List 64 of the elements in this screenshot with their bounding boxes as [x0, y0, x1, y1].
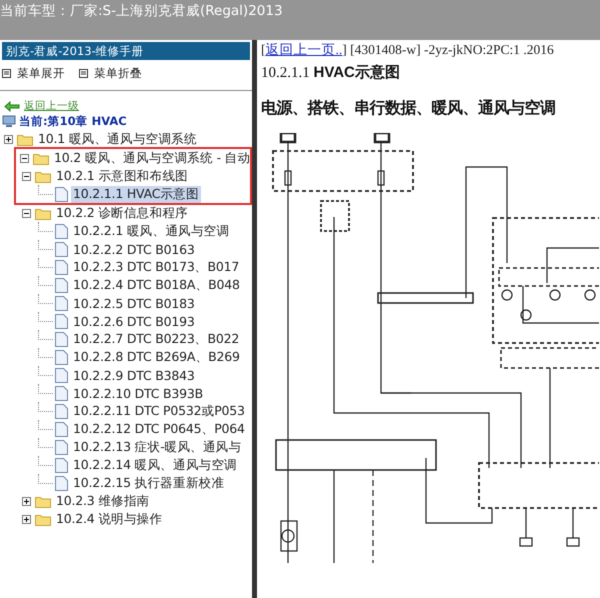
- menu-button[interactable]: 菜单展开: [2, 66, 65, 81]
- expand-icon[interactable]: [4, 134, 13, 144]
- tree-item[interactable]: 10.2.2.11 DTC P0532或P053: [71, 402, 247, 420]
- folder-icon: [17, 132, 33, 146]
- folder-icon: [35, 206, 51, 220]
- page-icon: [55, 368, 68, 382]
- page-icon: [55, 224, 68, 238]
- current-chapter: 当前:第10章 HVAC: [19, 114, 127, 129]
- folder-icon: [35, 170, 51, 182]
- page-icon: [55, 314, 68, 328]
- page-icon: [55, 386, 68, 400]
- tree-item[interactable]: 10.2.3 维修指南: [54, 492, 152, 510]
- tree-item[interactable]: 10.2.1.1 HVAC示意图: [71, 186, 201, 202]
- tree-item[interactable]: 10.2.2.4 DTC B018A、B048: [71, 276, 242, 294]
- page-icon: [55, 332, 68, 346]
- back-link[interactable]: 返回上一级: [24, 99, 79, 113]
- page-title: 10.2.1.1 HVAC示意图: [261, 63, 401, 82]
- vehicle-title: 当前车型：厂家:S-上海别克君威(Regal)2013: [0, 2, 283, 20]
- collapse-icon[interactable]: [22, 208, 31, 218]
- tree-item[interactable]: 10.2.2.8 DTC B269A、B269: [71, 348, 242, 366]
- collapse-icon[interactable]: [20, 154, 29, 162]
- menu-button[interactable]: 菜单折叠: [79, 66, 142, 81]
- tree-item[interactable]: 10.2.4 说明与操作: [54, 510, 164, 528]
- page-icon: [55, 242, 68, 256]
- page-icon: [55, 476, 68, 490]
- tree-item[interactable]: 10.2.2.9 DTC B3843: [71, 368, 197, 382]
- folder-icon: [33, 152, 49, 164]
- left-arrow-icon: [4, 100, 20, 112]
- manual-title: 别克-君威-2013-维修手册: [2, 42, 250, 60]
- page-icon: [55, 260, 68, 274]
- tree-item[interactable]: 10.2.2.14 暖风、通风与空调: [71, 456, 240, 474]
- tree-item[interactable]: 10.2.2.5 DTC B0183: [71, 296, 197, 310]
- page-icon: [55, 458, 68, 472]
- tree-item[interactable]: 10.2.2.1 暖风、通风与空调: [71, 222, 232, 240]
- page-icon: [55, 186, 68, 202]
- expand-icon[interactable]: [22, 496, 31, 506]
- tree-item[interactable]: 10.2.1 示意图和布线图: [54, 168, 190, 184]
- computer-icon: [2, 115, 16, 128]
- tree-item[interactable]: 10.1 暖风、通风与空调系统: [36, 130, 199, 148]
- list-icon: [79, 69, 88, 78]
- folder-icon: [35, 494, 51, 508]
- page-icon: [55, 422, 68, 436]
- collapse-icon[interactable]: [22, 172, 31, 180]
- tree-item[interactable]: 10.2.2.6 DTC B0193: [71, 314, 197, 328]
- tree-item[interactable]: 10.2.2.15 执行器重新校准: [71, 474, 226, 492]
- page-info: [返回上一页..] [4301408-w] -2yz-jkNO:2PC:1 .2016: [261, 41, 555, 59]
- section-heading: 电源、搭铁、串行数据、暖风、通风与空调: [261, 97, 556, 119]
- tree-item[interactable]: 10.2.2.10 DTC B393B: [71, 386, 206, 400]
- tree-item[interactable]: 10.2.2.7 DTC B0223、B022: [71, 330, 242, 348]
- tree-item[interactable]: 10.2.2.3 DTC B0173、B017: [71, 258, 242, 276]
- expand-icon[interactable]: [22, 514, 31, 524]
- folder-icon: [35, 512, 51, 526]
- tree-item[interactable]: 10.2.2.2 DTC B0163: [71, 242, 197, 256]
- page-icon: [55, 296, 68, 310]
- tree-item[interactable]: 10.2.2.12 DTC P0645、P064: [71, 420, 247, 438]
- tree-item[interactable]: 10.2 暖风、通风与空调系统 - 自动: [52, 150, 252, 166]
- tree-item[interactable]: 10.2.2.13 症状-暖风、通风与: [71, 438, 244, 456]
- page-icon: [55, 350, 68, 364]
- tree-item[interactable]: 10.2.2 诊断信息和程序: [54, 204, 190, 222]
- page-icon: [55, 278, 68, 292]
- page-icon: [55, 404, 68, 418]
- page-icon: [55, 440, 68, 454]
- back-page-link[interactable]: 返回上一页..: [266, 42, 342, 57]
- list-icon: [2, 69, 11, 78]
